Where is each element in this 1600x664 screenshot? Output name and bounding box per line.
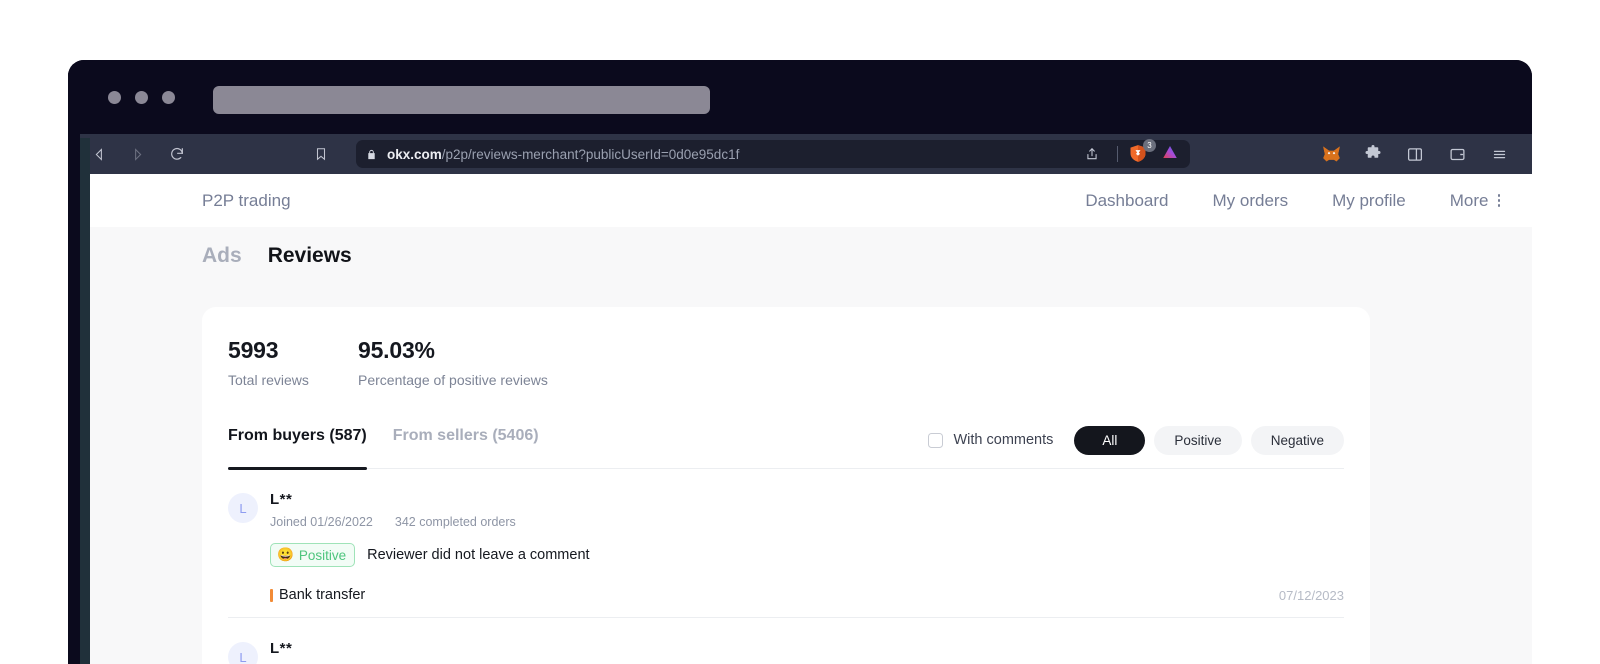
with-comments-checkbox[interactable]: [928, 432, 944, 448]
site-nav-links: Dashboard My orders My profile More: [1063, 191, 1506, 211]
kebab-vertical-icon: [1497, 194, 1500, 207]
reviewer-meta: Joined 01/26/2022 342 completed orders: [270, 515, 516, 529]
review-header: L L**: [228, 640, 1344, 664]
section-tabs: Ads Reviews: [80, 227, 1532, 285]
pill-all[interactable]: All: [1074, 425, 1146, 455]
hamburger-menu-icon[interactable]: [1486, 141, 1512, 167]
page-viewport: P2P trading Dashboard My orders My profi…: [80, 174, 1532, 664]
payment-method-color-bar: [270, 588, 273, 602]
reviewer-name[interactable]: L**: [270, 640, 292, 657]
page-scroll-gutter: [80, 138, 90, 664]
forward-arrow-icon[interactable]: [124, 141, 150, 167]
status-badge-label: Positive: [298, 547, 347, 563]
pill-negative[interactable]: Negative: [1250, 425, 1344, 455]
stat-total-reviews: 5993 Total reviews: [228, 337, 358, 388]
avatar: L: [228, 642, 258, 664]
wallet-icon[interactable]: [1444, 141, 1470, 167]
url-domain: okx.com: [387, 146, 442, 162]
close-window-button[interactable]: [108, 91, 121, 104]
nav-link-dashboard[interactable]: Dashboard: [1063, 191, 1190, 211]
reviewer-name[interactable]: L**: [270, 491, 516, 508]
review-comment: Reviewer did not leave a comment: [367, 547, 590, 563]
reviews-card: 5993 Total reviews 95.03% Percentage of …: [202, 307, 1370, 664]
review-body: 😀 Positive Reviewer did not leave a comm…: [270, 543, 1344, 567]
metamask-fox-icon[interactable]: [1318, 141, 1344, 167]
toolbar-divider: [1117, 146, 1118, 162]
payment-method-label: Bank transfer: [279, 587, 366, 603]
filter-controls: With comments All Positive Negative: [928, 425, 1344, 469]
puzzle-piece-icon[interactable]: [1360, 141, 1386, 167]
total-reviews-label: Total reviews: [228, 372, 309, 388]
reload-icon[interactable]: [164, 141, 190, 167]
with-comments-label: With comments: [953, 432, 1054, 448]
review-date: 07/12/2023: [1278, 587, 1344, 603]
nav-link-my-profile[interactable]: My profile: [1310, 191, 1428, 211]
address-bar-text: okx.com/p2p/reviews-merchant?publicUserI…: [387, 147, 739, 162]
review-identity: L**: [270, 640, 292, 664]
nav-link-my-orders[interactable]: My orders: [1191, 191, 1311, 211]
avatar: L: [228, 493, 258, 523]
site-header: P2P trading Dashboard My orders My profi…: [80, 174, 1532, 227]
url-path: /p2p/reviews-merchant?publicUserId=0d0e9…: [441, 146, 740, 162]
positive-percentage-label: Percentage of positive reviews: [358, 372, 548, 388]
browser-tab[interactable]: [213, 86, 710, 114]
stat-positive-percentage: 95.03% Percentage of positive reviews: [358, 337, 548, 388]
tab-ads[interactable]: Ads: [202, 244, 242, 268]
filter-tab-from-sellers[interactable]: From sellers (5406): [393, 426, 539, 469]
review-item: L L**: [228, 618, 1344, 664]
maximize-window-button[interactable]: [162, 91, 175, 104]
stats-row: 5993 Total reviews 95.03% Percentage of …: [228, 337, 1344, 388]
smiley-face-icon: 😀: [277, 547, 294, 562]
payment-method: Bank transfer: [270, 587, 365, 603]
share-icon[interactable]: [1079, 141, 1105, 167]
lock-icon: [366, 148, 377, 161]
positive-percentage-value: 95.03%: [358, 337, 435, 363]
browser-toolbar: okx.com/p2p/reviews-merchant?publicUserI…: [68, 134, 1532, 174]
review-footer: Bank transfer 07/12/2023: [270, 587, 1344, 603]
filter-row: From buyers (587) From sellers (5406) Wi…: [228, 425, 1344, 470]
window-left-bezel: [68, 60, 80, 664]
nav-more-label: More: [1449, 190, 1489, 210]
pill-positive[interactable]: Positive: [1154, 425, 1242, 455]
status-badge: 😀 Positive: [270, 543, 356, 567]
address-bar[interactable]: okx.com/p2p/reviews-merchant?publicUserI…: [356, 139, 1190, 168]
browser-titlebar: [68, 60, 1532, 134]
bookmark-icon[interactable]: [308, 141, 334, 167]
minimize-window-button[interactable]: [135, 91, 148, 104]
tab-reviews[interactable]: Reviews: [268, 244, 352, 268]
filter-tab-from-buyers[interactable]: From buyers (587): [228, 426, 367, 470]
window-controls[interactable]: [108, 91, 175, 104]
review-header: L L** Joined 01/26/2022 342 completed or…: [228, 491, 1344, 529]
with-comments-toggle[interactable]: With comments: [928, 432, 1053, 448]
reviewer-joined-date: Joined 01/26/2022: [270, 515, 373, 529]
review-item: L L** Joined 01/26/2022 342 completed or…: [228, 469, 1344, 618]
nav-more-menu[interactable]: More: [1428, 191, 1506, 211]
reviewer-completed-orders: 342 completed orders: [394, 515, 516, 529]
extension-icons: [1318, 141, 1512, 167]
sidebar-panel-icon[interactable]: [1402, 141, 1428, 167]
brave-shield-icon[interactable]: 3: [1128, 139, 1156, 165]
shield-badge-count: 3: [1143, 139, 1156, 152]
brand-title[interactable]: P2P trading: [202, 191, 291, 211]
browser-window: okx.com/p2p/reviews-merchant?publicUserI…: [68, 60, 1532, 664]
screenshot-root: okx.com/p2p/reviews-merchant?publicUserI…: [0, 0, 1600, 664]
review-identity: L** Joined 01/26/2022 342 completed orde…: [270, 491, 516, 529]
total-reviews-value: 5993: [228, 337, 279, 363]
prism-triangle-icon[interactable]: [1160, 143, 1180, 166]
